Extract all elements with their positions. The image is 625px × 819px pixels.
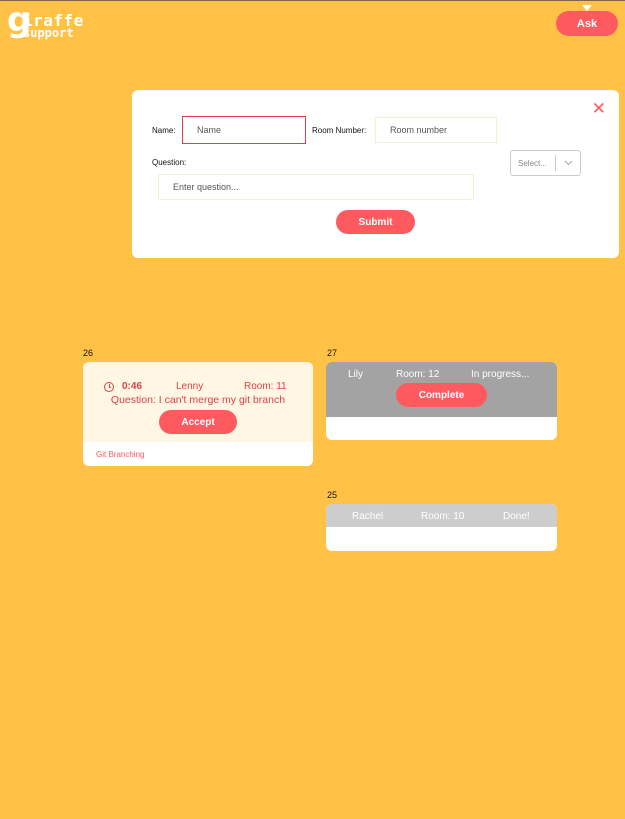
ticket-name: Lily	[348, 369, 364, 380]
name-input[interactable]: Name	[182, 116, 306, 144]
ticket-name: Rachel	[352, 511, 384, 522]
select-value: Select...	[518, 158, 547, 168]
ticket-name: Lenny	[176, 381, 204, 392]
ticket-number: 26	[83, 348, 94, 358]
room-number-label: Room Number:	[312, 126, 367, 135]
ticket-status: Done!	[503, 511, 530, 522]
room-number-input[interactable]: Room number	[375, 117, 497, 143]
ticket-card-in-progress: Lily Room: 12 In progress... Complete	[326, 362, 557, 440]
topic-select[interactable]: Select...	[510, 150, 581, 176]
ticket-question: Question: I can't merge my git branch	[110, 394, 286, 406]
chevron-down-icon	[556, 158, 580, 168]
ticket-number: 27	[327, 348, 338, 358]
question-placeholder: Enter question...	[173, 182, 239, 192]
ask-button[interactable]: Ask	[556, 11, 618, 36]
complete-button[interactable]: Complete	[396, 383, 487, 407]
name-label: Name:	[152, 126, 176, 135]
question-input[interactable]: Enter question...	[158, 174, 474, 200]
submit-button[interactable]: Submit	[336, 210, 415, 234]
name-placeholder: Name	[197, 125, 222, 135]
ticket-status: In progress...	[471, 369, 530, 380]
ticket-room: Room: 11	[244, 381, 287, 392]
ticket-tag: Git Branching	[96, 450, 145, 459]
ticket-card-pending: 0:46 Lenny Room: 11 Question: I can't me…	[83, 362, 313, 466]
ticket-room: Room: 10	[421, 511, 465, 522]
giraffe-support-logo: g iraffe support	[7, 3, 83, 43]
room-number-placeholder: Room number	[390, 125, 448, 135]
ticket-header: 0:46 Lenny Room: 11 Question: I can't me…	[83, 362, 313, 442]
ticket-room: Room: 12	[396, 369, 440, 380]
ticket-timer: 0:46	[122, 381, 143, 392]
ticket-header: Rachel Room: 10 Done!	[326, 504, 557, 527]
logo-word-2: support	[23, 26, 74, 40]
ask-question-form: ✕ Name: Name Room Number: Room number Qu…	[132, 90, 619, 258]
ticket-header: Lily Room: 12 In progress... Complete	[326, 362, 557, 417]
ticket-number: 25	[327, 490, 338, 500]
close-icon[interactable]: ✕	[592, 100, 606, 117]
accept-button[interactable]: Accept	[159, 410, 237, 434]
ticket-card-done: Rachel Room: 10 Done!	[326, 504, 557, 551]
clock-icon	[104, 382, 114, 392]
question-label: Question:	[152, 158, 187, 167]
